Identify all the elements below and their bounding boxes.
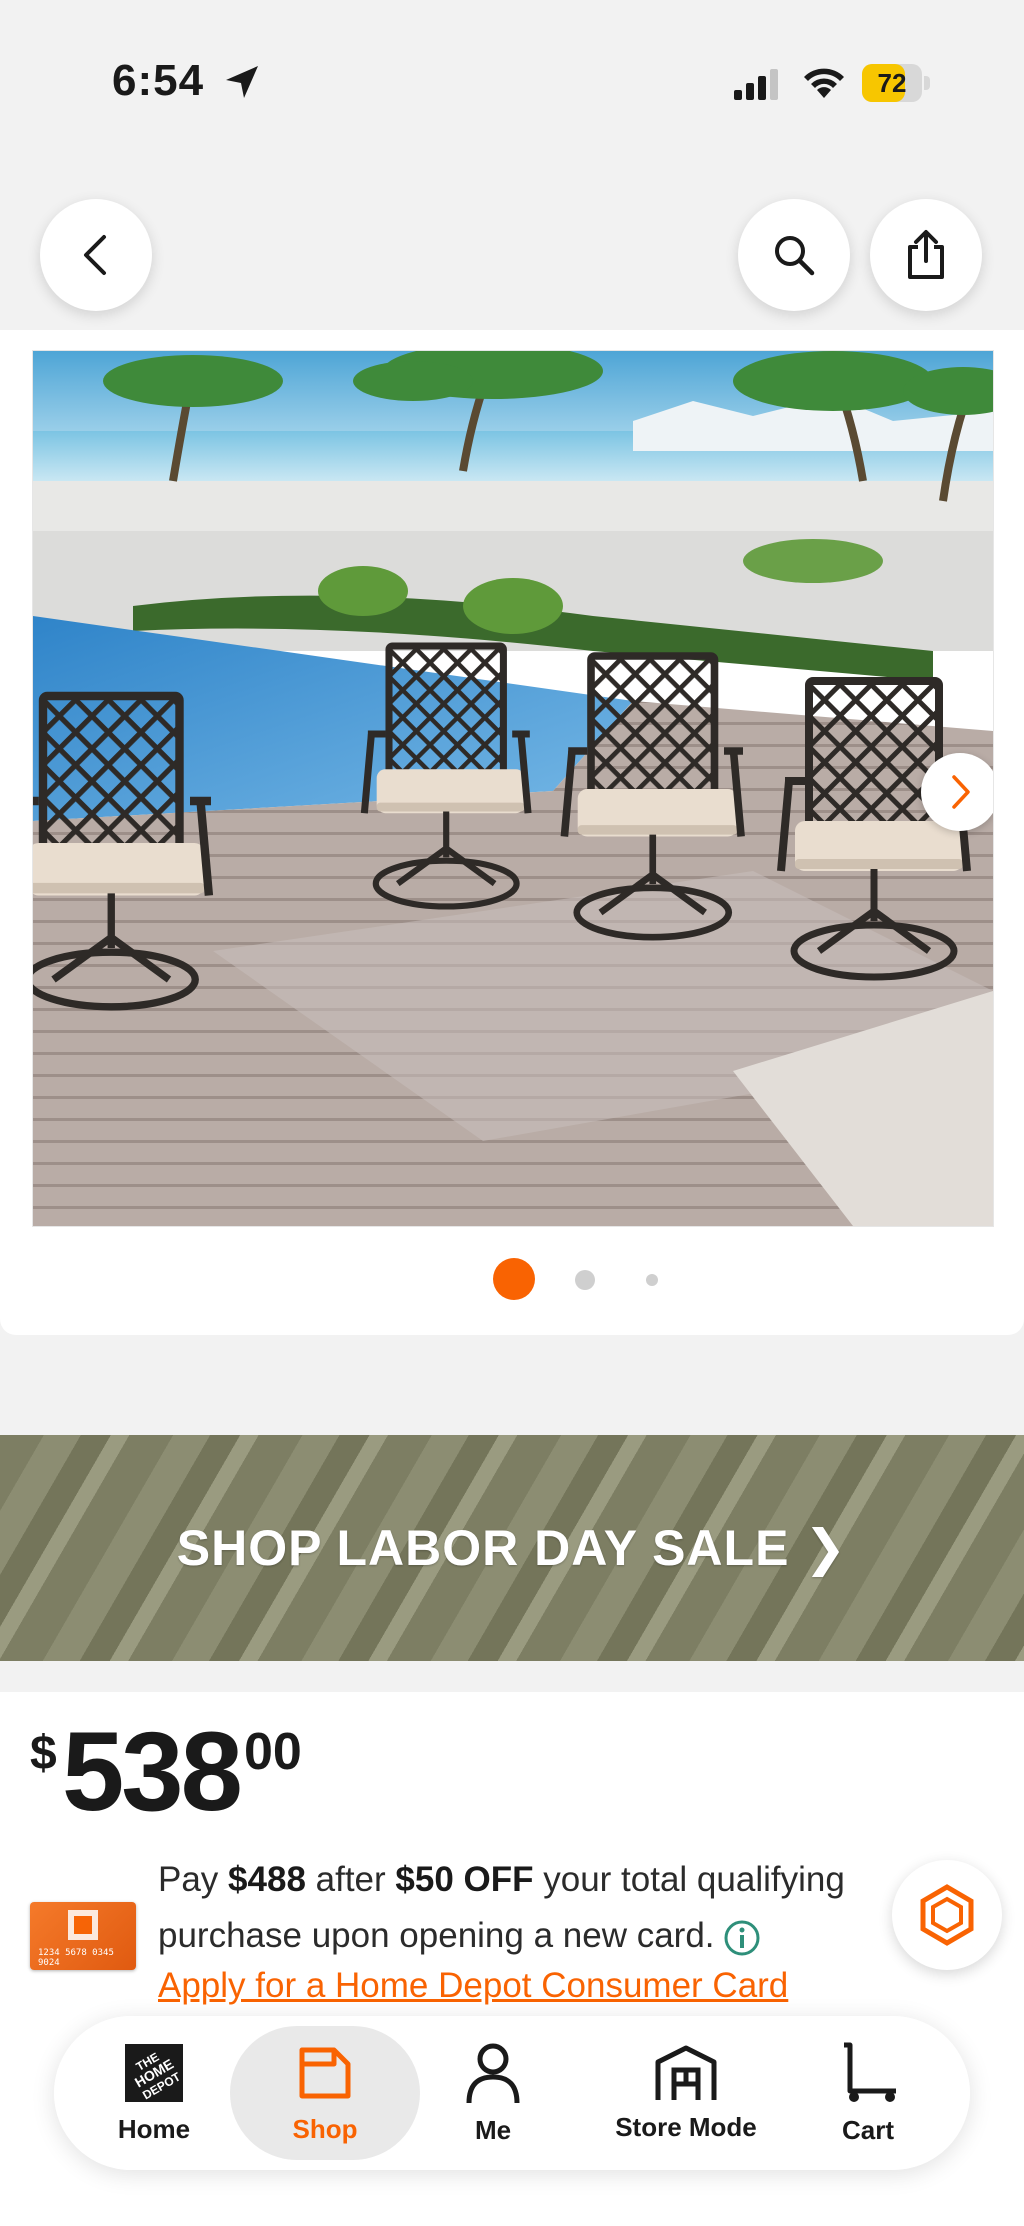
tab-home[interactable]: THE HOME DEPOT Home [94,2016,214,2170]
promo-discount: $50 OFF [395,1860,534,1899]
tab-store-mode[interactable]: Store Mode [594,2016,778,2170]
back-button[interactable] [40,199,152,311]
person-icon [466,2043,520,2103]
chevron-left-icon [84,235,106,275]
search-button[interactable] [738,199,850,311]
tab-shop[interactable]: Shop [230,2016,420,2170]
card-promo-text: Pay $488 after $50 OFF your total qualif… [158,1852,898,1964]
carousel-dot-active[interactable] [493,1258,535,1300]
store-icon [655,2045,717,2100]
price-dollars: 538 [62,1709,243,1834]
tab-cart[interactable]: Cart [818,2016,918,2170]
apply-card-link[interactable]: Apply for a Home Depot Consumer Card [158,1966,788,2006]
location-arrow-icon [226,66,258,98]
chat-assistant-button[interactable] [892,1860,1002,1970]
labor-day-sale-banner[interactable]: SHOP LABOR DAY SALE ❯ [0,1435,1024,1661]
battery-indicator: 72 [862,64,932,102]
promo-text: after [305,1860,396,1899]
bottom-tab-bar: THE HOME DEPOT Home Shop Me Store Mode C… [54,2016,970,2170]
promo-amount: $488 [228,1860,306,1899]
tab-label: Cart [841,2114,894,2145]
price-currency: $ [30,1727,57,1780]
cart-icon [844,2042,896,2102]
patio-chairs-illustration [33,351,993,1226]
wifi-icon [804,68,844,98]
share-button[interactable] [870,199,982,311]
tab-label: Home [117,2113,191,2144]
search-icon [775,236,815,276]
tab-label: Me [474,2114,512,2145]
product-image[interactable] [32,350,994,1227]
home-depot-logo-icon: THE HOME DEPOT [125,2043,183,2102]
price-cents: 00 [244,1723,302,1781]
sale-banner-text: SHOP LABOR DAY SALE ❯ [176,1520,848,1576]
tab-label: Store Mode [615,2111,757,2142]
carousel-dot[interactable] [575,1270,595,1290]
home-depot-logo-icon [68,1910,98,1940]
tab-label: Shop [292,2113,358,2144]
status-time: 6:54 [112,56,205,105]
hexagon-chat-icon [920,1884,974,1946]
share-icon [908,230,944,279]
credit-card-image: 1234 5678 0345 9024 [30,1902,136,1970]
card-number: 1234 5678 0345 9024 [38,1948,114,1968]
product-gallery [0,330,1024,1335]
chevron-right-icon [952,775,970,809]
status-bar: 6:54 72 [0,0,1024,160]
info-icon[interactable] [723,1919,761,1957]
carousel-dot[interactable] [646,1274,658,1286]
next-image-button[interactable] [921,753,993,831]
promo-text: Pay [158,1860,229,1899]
cellular-signal-icon [734,69,778,100]
shop-icon [299,2047,351,2098]
tab-me[interactable]: Me [446,2016,540,2170]
battery-percent: 72 [877,68,907,98]
carousel-dots [0,1258,1024,1300]
